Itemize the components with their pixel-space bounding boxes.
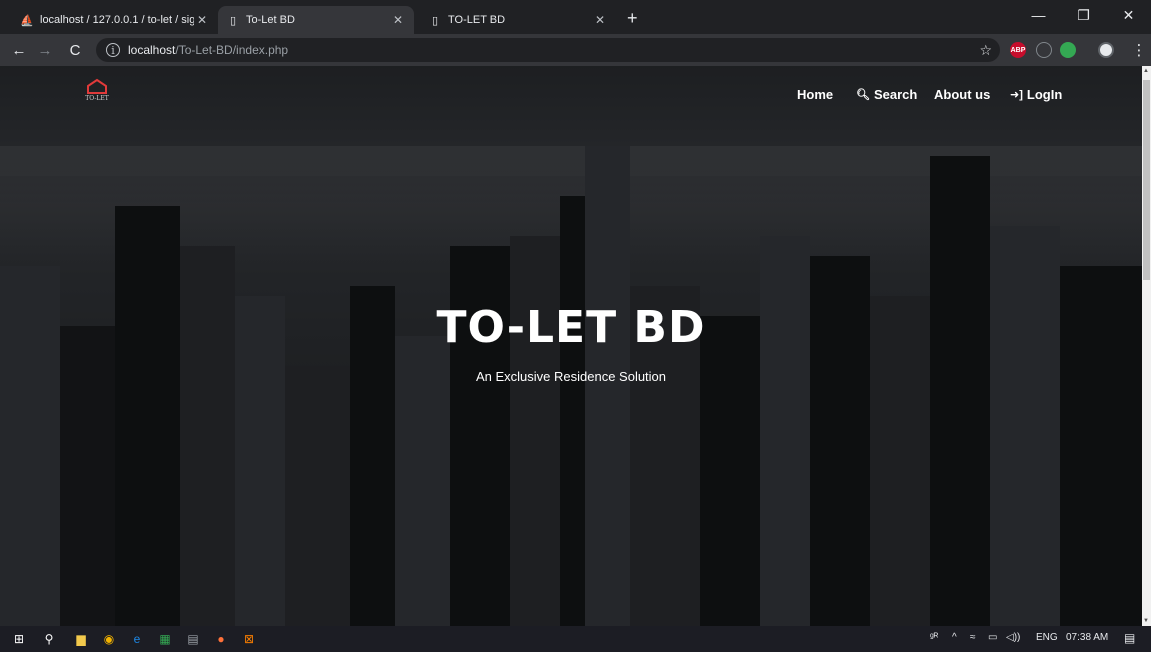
close-window-button[interactable]: ✕ bbox=[1106, 0, 1151, 30]
hero-title: TO-LET BD bbox=[436, 302, 706, 353]
forward-icon[interactable]: → bbox=[34, 39, 56, 61]
tab-title: TO-LET BD bbox=[448, 14, 506, 26]
restore-button[interactable]: ❐ bbox=[1061, 0, 1106, 30]
tab-to-let-bd[interactable]: ▯ To-Let BD ✕ bbox=[218, 6, 414, 34]
firefox-icon[interactable]: ● bbox=[212, 630, 230, 648]
page-viewport: TO-LET Home 🔍︎ Search About us ➜] LogIn … bbox=[0, 66, 1142, 626]
wifi-icon[interactable]: ≈ bbox=[970, 632, 976, 643]
people-icon[interactable]: ᵍᴿ bbox=[930, 632, 938, 643]
store-icon[interactable]: ▦ bbox=[156, 630, 174, 648]
close-icon[interactable]: ✕ bbox=[390, 13, 406, 27]
windows-taskbar: ⊞ ⚲ ▆ ◉ e ▦ ▤ ● ⊠ ᵍᴿ ^ ≈ ▭ ◁)) ENG 07:38… bbox=[0, 626, 1151, 652]
nav-label: About us bbox=[934, 87, 991, 102]
url-path: /To-Let-BD/index.php bbox=[175, 43, 289, 57]
volume-icon[interactable]: ◁)) bbox=[1006, 632, 1020, 643]
nav-home[interactable]: Home bbox=[797, 87, 833, 102]
nav-login[interactable]: ➜] LogIn bbox=[1010, 87, 1062, 102]
xampp-icon[interactable]: ⊠ bbox=[240, 630, 258, 648]
language-indicator[interactable]: ENG bbox=[1036, 632, 1058, 643]
scrollbar-thumb[interactable] bbox=[1143, 80, 1150, 280]
bookmark-star-icon[interactable]: ☆ bbox=[979, 42, 992, 59]
scroll-down-icon[interactable]: ▼ bbox=[1143, 618, 1149, 624]
page-scrollbar[interactable]: ▲ ▼ bbox=[1142, 66, 1151, 626]
nav-label: LogIn bbox=[1026, 87, 1063, 102]
new-tab-button[interactable]: + bbox=[627, 9, 638, 27]
extension-icon[interactable] bbox=[1036, 42, 1052, 58]
tab-phpmyadmin[interactable]: ⛵ localhost / 127.0.0.1 / to-let / sig ✕ bbox=[12, 6, 218, 34]
tab-title: localhost / 127.0.0.1 / to-let / sig bbox=[40, 14, 194, 26]
phpmyadmin-icon: ⛵ bbox=[20, 14, 34, 27]
chevron-up-icon[interactable]: ^ bbox=[952, 632, 957, 643]
nav-about-us[interactable]: About us bbox=[934, 87, 990, 102]
address-bar[interactable]: i localhost/To-Let-BD/index.php ☆ bbox=[96, 38, 1000, 62]
battery-icon[interactable]: ▭ bbox=[988, 632, 997, 643]
profile-avatar[interactable] bbox=[1098, 42, 1114, 58]
tab-title: To-Let BD bbox=[246, 14, 295, 26]
search-icon[interactable]: ⚲ bbox=[40, 630, 58, 648]
nav-label: Home bbox=[797, 87, 834, 102]
windows-start-icon[interactable]: ⊞ bbox=[10, 630, 28, 648]
browser-tab-strip: ⛵ localhost / 127.0.0.1 / to-let / sig ✕… bbox=[0, 0, 1151, 34]
hero-subtitle: An Exclusive Residence Solution bbox=[475, 369, 667, 384]
page-icon: ▯ bbox=[431, 14, 439, 27]
logo-text: TO-LET bbox=[85, 95, 109, 102]
close-icon[interactable]: ✕ bbox=[592, 13, 608, 27]
search-icon: 🔍︎ bbox=[856, 89, 870, 101]
close-icon[interactable]: ✕ bbox=[194, 13, 210, 27]
info-icon[interactable]: i bbox=[106, 43, 120, 57]
adblock-plus-icon[interactable]: ABP bbox=[1010, 42, 1026, 58]
scroll-up-icon[interactable]: ▲ bbox=[1143, 68, 1149, 74]
file-explorer-icon[interactable]: ▆ bbox=[72, 630, 90, 648]
page-icon: ▯ bbox=[229, 14, 237, 27]
tab-to-let-bd-2[interactable]: ▯ TO-LET BD ✕ bbox=[420, 6, 616, 34]
nav-label: Search bbox=[873, 87, 918, 102]
clock[interactable]: 07:38 AM bbox=[1066, 632, 1108, 643]
back-icon[interactable]: ← bbox=[8, 39, 30, 61]
notification-icon[interactable]: ▤ bbox=[1124, 631, 1135, 645]
site-logo[interactable]: TO-LET bbox=[82, 78, 112, 108]
chrome-icon[interactable]: ◉ bbox=[100, 630, 118, 648]
reload-icon[interactable]: C bbox=[64, 39, 86, 61]
extension-icon[interactable] bbox=[1060, 42, 1076, 58]
login-icon: ➜] bbox=[1010, 89, 1023, 101]
menu-icon[interactable]: ⋮ bbox=[1128, 39, 1150, 61]
house-icon bbox=[87, 78, 107, 94]
browser-toolbar: ← → C i localhost/To-Let-BD/index.php ☆ … bbox=[0, 34, 1151, 66]
minimize-button[interactable]: — bbox=[1016, 0, 1061, 30]
nav-search[interactable]: 🔍︎ Search bbox=[856, 87, 917, 102]
edge-icon[interactable]: e bbox=[128, 630, 146, 648]
url-host: localhost bbox=[128, 43, 176, 57]
calculator-icon[interactable]: ▤ bbox=[184, 630, 202, 648]
